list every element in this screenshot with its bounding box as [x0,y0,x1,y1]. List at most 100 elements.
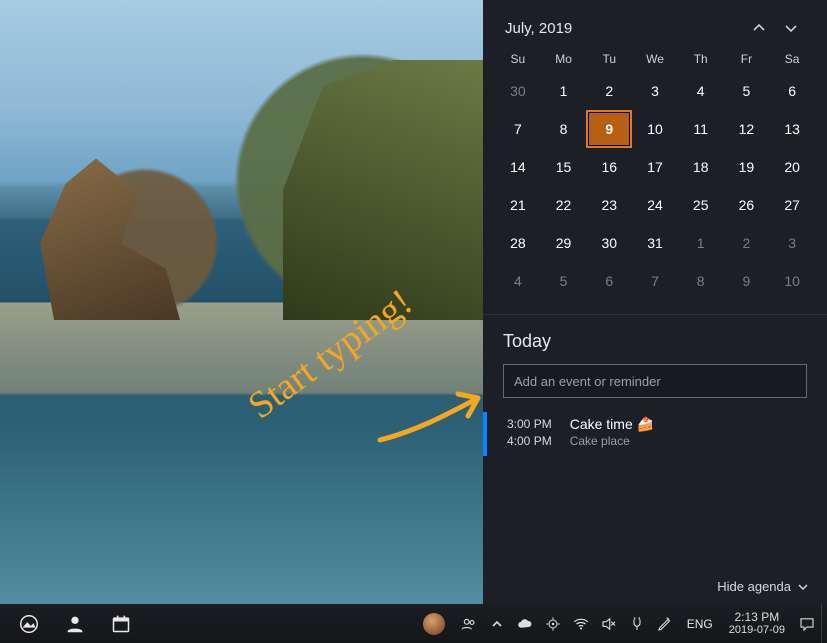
calendar-day[interactable]: 6 [769,72,815,110]
calendar-day[interactable]: 8 [678,262,724,300]
taskbar-user-avatar[interactable] [423,613,445,635]
calendar-day[interactable]: 18 [678,148,724,186]
calendar-day[interactable]: 3 [632,72,678,110]
calendar-day[interactable]: 3 [769,224,815,262]
calendar-flyout: July, 2019 SuMoTuWeThFrSa 30123456789101… [483,0,827,604]
calendar-day[interactable]: 7 [495,110,541,148]
add-event-input[interactable] [503,364,807,398]
calendar-dow-cell: We [632,52,678,66]
calendar-day[interactable]: 2 [586,72,632,110]
tray-time: 2:13 PM [729,611,785,624]
calendar-day[interactable]: 20 [769,148,815,186]
show-desktop-button[interactable] [821,604,827,643]
tray-language[interactable]: ENG [679,604,721,643]
calendar-day[interactable]: 10 [769,262,815,300]
calendar-day[interactable]: 4 [678,72,724,110]
chevron-up-icon [491,618,503,630]
calendar-day[interactable]: 1 [678,224,724,262]
calendar-day[interactable]: 26 [724,186,770,224]
agenda-event[interactable]: 3:00 PM 4:00 PM Cake time 🍰 Cake place [503,416,807,450]
calendar-day[interactable]: 19 [724,148,770,186]
tray-action-center[interactable] [793,604,821,643]
tray-location[interactable] [539,604,567,643]
calendar-day[interactable]: 30 [495,72,541,110]
calendar-grid: 3012345678910111213141516171819202122232… [483,72,827,308]
calendar-day[interactable]: 28 [495,224,541,262]
location-icon [545,616,561,632]
calendar-day[interactable]: 8 [541,110,587,148]
photos-icon [18,613,40,635]
calendar-dow-row: SuMoTuWeThFrSa [483,48,827,72]
calendar-dow-cell: Th [678,52,724,66]
calendar-day[interactable]: 30 [586,224,632,262]
calendar-day[interactable]: 2 [724,224,770,262]
calendar-day-today[interactable]: 9 [586,110,632,148]
calendar-dow-cell: Su [495,52,541,66]
calendar-day[interactable]: 9 [724,262,770,300]
taskbar-app-photos[interactable] [8,604,50,643]
calendar-next-button[interactable] [775,14,807,42]
calendar-day[interactable]: 5 [541,262,587,300]
taskbar-app-people[interactable] [54,604,96,643]
calendar-day[interactable]: 1 [541,72,587,110]
wifi-icon [572,615,590,633]
calendar-day[interactable]: 21 [495,186,541,224]
chevron-up-icon [752,21,766,35]
tray-overflow-button[interactable] [483,604,511,643]
chevron-down-icon [797,581,809,593]
chevron-down-icon [784,21,798,35]
calendar-day[interactable]: 4 [495,262,541,300]
calendar-day[interactable]: 22 [541,186,587,224]
notification-icon [798,615,816,633]
volume-mute-icon [600,615,618,633]
taskbar: ENG 2:13 PM 2019-07-09 [0,604,827,643]
calendar-day[interactable]: 31 [632,224,678,262]
taskbar-app-calendar[interactable] [100,604,142,643]
people-icon [64,613,86,635]
tray-network[interactable] [567,604,595,643]
calendar-day[interactable]: 10 [632,110,678,148]
calendar-day[interactable]: 13 [769,110,815,148]
calendar-day[interactable]: 25 [678,186,724,224]
tray-people-button[interactable] [455,604,483,643]
calendar-day[interactable]: 23 [586,186,632,224]
hide-agenda-button[interactable]: Hide agenda [717,579,809,594]
pen-icon [656,615,674,633]
calendar-day[interactable]: 12 [724,110,770,148]
event-start-time: 3:00 PM [507,416,552,433]
agenda-heading: Today [503,331,807,352]
event-title: Cake time 🍰 [570,416,654,433]
calendar-day[interactable]: 24 [632,186,678,224]
tray-ink[interactable] [651,604,679,643]
calendar-day[interactable]: 6 [586,262,632,300]
event-location: Cake place [570,434,654,448]
tray-onedrive[interactable] [511,604,539,643]
calendar-day[interactable]: 27 [769,186,815,224]
calendar-day[interactable]: 15 [541,148,587,186]
calendar-day[interactable]: 5 [724,72,770,110]
system-tray: ENG 2:13 PM 2019-07-09 [455,604,827,643]
calendar-day[interactable]: 11 [678,110,724,148]
calendar-dow-cell: Sa [769,52,815,66]
calendar-icon [111,614,131,634]
hide-agenda-label: Hide agenda [717,579,791,594]
calendar-day[interactable]: 7 [632,262,678,300]
cloud-icon [516,615,534,633]
calendar-day[interactable]: 29 [541,224,587,262]
people-bar-icon [460,615,478,633]
event-accent-bar [483,412,487,456]
calendar-day[interactable]: 17 [632,148,678,186]
calendar-day[interactable]: 14 [495,148,541,186]
calendar-day[interactable]: 16 [586,148,632,186]
desktop-wallpaper[interactable]: Start typing! [0,0,483,604]
calendar-month-label[interactable]: July, 2019 [505,20,743,37]
calendar-dow-cell: Tu [586,52,632,66]
event-end-time: 4:00 PM [507,433,552,450]
calendar-prev-button[interactable] [743,14,775,42]
power-plug-icon [628,615,646,633]
tray-clock[interactable]: 2:13 PM 2019-07-09 [721,611,793,637]
calendar-dow-cell: Fr [724,52,770,66]
tray-volume[interactable] [595,604,623,643]
tray-date: 2019-07-09 [729,624,785,637]
tray-power[interactable] [623,604,651,643]
